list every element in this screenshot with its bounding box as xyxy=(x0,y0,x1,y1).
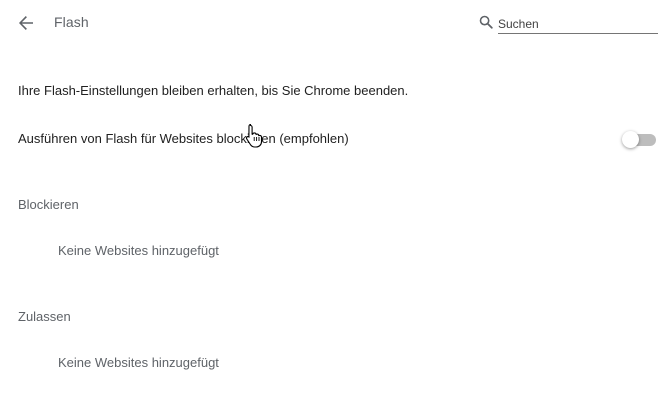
block-flash-label: Ausführen von Flash für Websites blockie… xyxy=(18,131,349,146)
block-empty-text: Keine Websites hinzugefügt xyxy=(58,243,219,258)
block-flash-row[interactable]: Ausführen von Flash für Websites blockie… xyxy=(0,122,666,156)
search-icon xyxy=(479,15,493,29)
hand-pointer-cursor xyxy=(245,124,263,148)
flash-info-text: Ihre Flash-Einstellungen bleiben erhalte… xyxy=(18,83,409,98)
page-title: Flash xyxy=(54,14,89,30)
search-input[interactable] xyxy=(498,12,658,34)
arrow-back-icon xyxy=(19,16,33,30)
allow-section-heading: Zulassen xyxy=(18,309,71,324)
back-button[interactable] xyxy=(14,11,38,35)
page-header: Flash xyxy=(0,0,666,46)
toggle-knob xyxy=(622,131,639,148)
block-section-heading: Blockieren xyxy=(18,197,79,212)
flash-settings-page: Flash Ihre Flash-Einstellungen bleiben e… xyxy=(0,0,666,402)
search-box xyxy=(478,12,658,36)
block-flash-toggle[interactable] xyxy=(622,131,656,148)
allow-empty-text: Keine Websites hinzugefügt xyxy=(58,355,219,370)
